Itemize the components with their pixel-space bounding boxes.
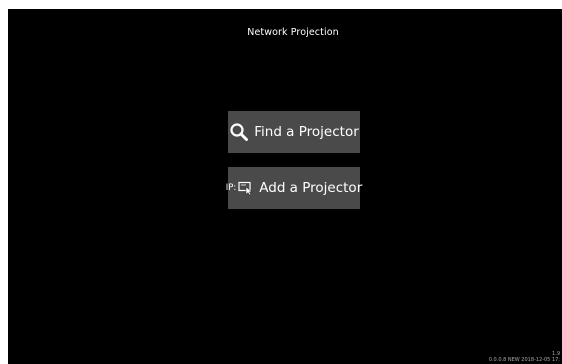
build-info: 0.0.0.8 NEW 2018-12-05 17: (488, 357, 560, 363)
add-projector-button[interactable]: IP: Add a Projector (225, 167, 363, 209)
monitor-cursor-icon (238, 181, 254, 195)
ip-prefix-label: IP: (225, 183, 237, 193)
app-screen: Network Projection Find a Projector IP: … (8, 9, 562, 364)
version-info: 1.9 0.0.0.8 NEW 2018-12-05 17: (489, 351, 560, 363)
page-title: Network Projection (247, 27, 339, 38)
search-icon (229, 122, 249, 142)
add-projector-label: Add a Projector (259, 180, 363, 196)
find-projector-label: Find a Projector (254, 124, 359, 140)
find-projector-button[interactable]: Find a Projector (228, 111, 360, 153)
